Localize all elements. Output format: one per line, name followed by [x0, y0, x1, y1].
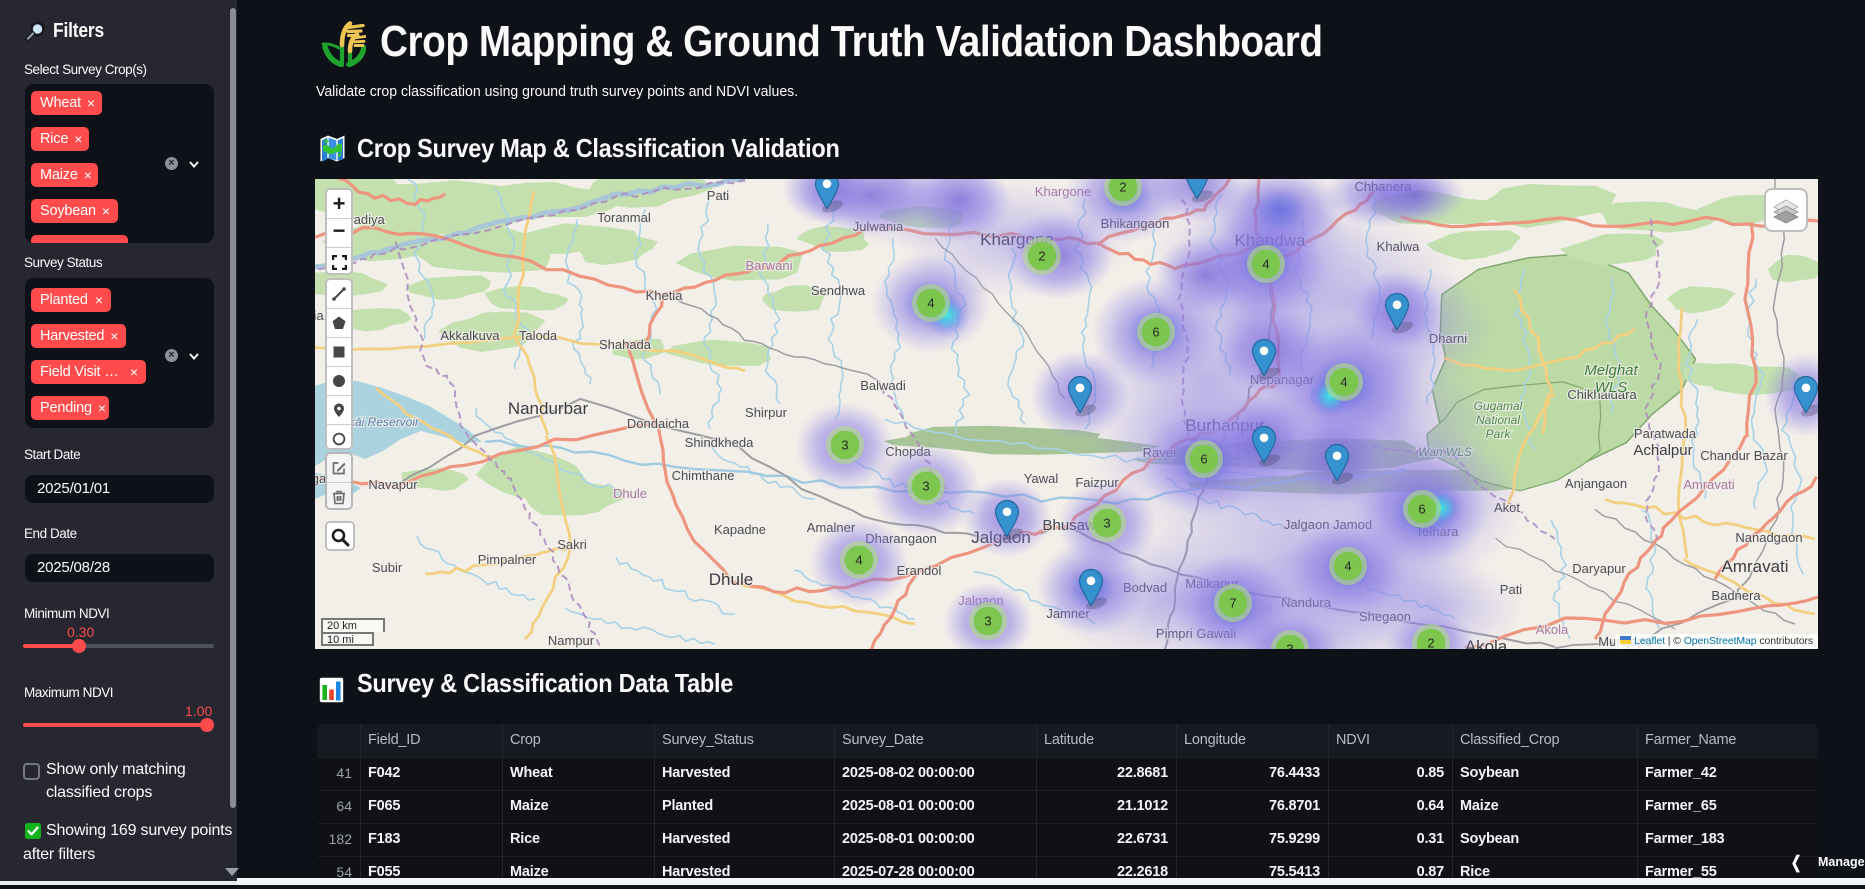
- svg-text:Dondaicha: Dondaicha: [627, 416, 690, 431]
- svg-text:2: 2: [1038, 249, 1045, 264]
- svg-text:7: 7: [1229, 596, 1236, 611]
- svg-text:Subir: Subir: [372, 560, 403, 575]
- svg-text:Paratwada: Paratwada: [1634, 426, 1697, 441]
- svg-text:3: 3: [984, 614, 991, 629]
- svg-text:3: 3: [1286, 642, 1293, 650]
- svg-text:3: 3: [922, 479, 929, 494]
- svg-text:Toranmal: Toranmal: [597, 210, 651, 225]
- svg-text:Nanadgaon: Nanadgaon: [1735, 530, 1802, 545]
- svg-text:Chandur Bazar: Chandur Bazar: [1700, 448, 1788, 463]
- svg-text:6: 6: [1418, 502, 1425, 517]
- svg-text:Balwadi: Balwadi: [860, 378, 906, 393]
- svg-text:4: 4: [1340, 375, 1347, 390]
- svg-text:Barwani: Barwani: [746, 258, 793, 273]
- svg-text:4: 4: [927, 296, 934, 311]
- svg-text:Anjangaon: Anjangaon: [1565, 476, 1627, 491]
- svg-text:Sendhwa: Sendhwa: [811, 283, 866, 298]
- svg-text:Pati: Pati: [707, 188, 730, 203]
- svg-text:Shindkheda: Shindkheda: [685, 435, 754, 450]
- svg-text:Khetia: Khetia: [646, 288, 684, 303]
- svg-text:Kapadne: Kapadne: [714, 522, 766, 537]
- svg-text:4: 4: [1262, 257, 1269, 272]
- svg-text:Dhule: Dhule: [613, 486, 647, 501]
- svg-text:dia: dia: [315, 308, 324, 323]
- svg-text:Achalpur: Achalpur: [1633, 442, 1692, 459]
- svg-text:3: 3: [1103, 516, 1110, 531]
- svg-text:3: 3: [841, 438, 848, 453]
- svg-text:WLS: WLS: [1595, 379, 1628, 396]
- svg-text:Pimpalner: Pimpalner: [478, 552, 537, 567]
- svg-text:2: 2: [1427, 636, 1434, 650]
- svg-text:Dhule: Dhule: [709, 570, 753, 589]
- svg-text:6: 6: [1152, 325, 1159, 340]
- svg-text:Navapur: Navapur: [368, 477, 418, 492]
- svg-text:Amravati: Amravati: [1683, 477, 1734, 492]
- svg-text:Badnera: Badnera: [1711, 588, 1761, 603]
- svg-text:Akkalkuva: Akkalkuva: [440, 328, 500, 343]
- svg-text:2: 2: [1119, 180, 1126, 195]
- svg-text:kāi Reservoir: kāi Reservoir: [349, 415, 420, 429]
- svg-text:Shirpur: Shirpur: [745, 405, 788, 420]
- svg-text:Amravati: Amravati: [1721, 557, 1788, 576]
- svg-text:Daryapur: Daryapur: [1572, 561, 1626, 576]
- svg-text:6: 6: [1200, 452, 1207, 467]
- svg-text:Taloda: Taloda: [519, 328, 558, 343]
- svg-text:Nampur: Nampur: [548, 633, 595, 648]
- svg-text:Sakri: Sakri: [557, 537, 587, 552]
- svg-text:Akola: Akola: [1536, 622, 1569, 637]
- svg-text:Shahada: Shahada: [599, 337, 652, 352]
- svg-text:4: 4: [855, 553, 862, 568]
- svg-text:Chimthane: Chimthane: [672, 468, 735, 483]
- svg-text:Melghat: Melghat: [1584, 362, 1638, 379]
- svg-text:4: 4: [1344, 559, 1351, 574]
- svg-text:Nandurbar: Nandurbar: [508, 399, 589, 418]
